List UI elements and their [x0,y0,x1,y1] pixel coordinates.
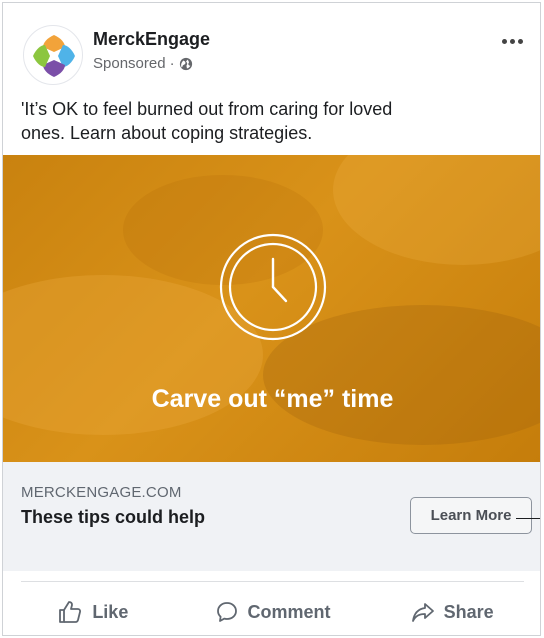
link-preview[interactable]: MERCKENGAGE.COM These tips could help Le… [3,462,540,571]
action-bar: Like Comment Share [3,587,540,635]
sponsored-row: Sponsored · [93,55,193,72]
like-label: Like [92,601,129,622]
clock-icon [219,233,327,341]
sponsored-label[interactable]: Sponsored [93,55,166,72]
ad-caption: Carve out “me” time [151,385,394,413]
comment-label: Comment [247,601,331,622]
comment-button[interactable]: Comment [183,587,363,635]
share-icon [411,603,434,622]
learn-more-button[interactable]: Learn More [410,497,532,534]
link-headline: These tips could help [21,507,206,527]
link-domain: MERCKENGAGE.COM [21,484,182,501]
post-text-line: ones. Learn about coping strategies. [21,123,313,143]
more-options-icon[interactable] [498,31,526,51]
share-button[interactable]: Share [362,587,540,635]
share-label: Share [443,601,494,622]
separator: · [169,55,175,72]
page-logo[interactable] [23,25,83,85]
sponsored-post-card: MerckEngage Sponsored · 'It’s OK to feel… [2,2,541,636]
post-text-line: 'It’s OK to feel burned out from caring … [21,99,393,119]
annotation-line [516,518,540,519]
ad-image[interactable]: Carve out “me” time [3,155,540,462]
post-header: MerckEngage Sponsored · [3,3,540,89]
comment-icon [216,602,237,622]
thumbs-up-icon [59,601,82,623]
divider [21,581,524,582]
globe-icon[interactable] [179,57,193,71]
like-button[interactable]: Like [3,587,183,635]
page-name[interactable]: MerckEngage [93,29,210,50]
post-text: 'It’s OK to feel burned out from caring … [21,97,501,145]
